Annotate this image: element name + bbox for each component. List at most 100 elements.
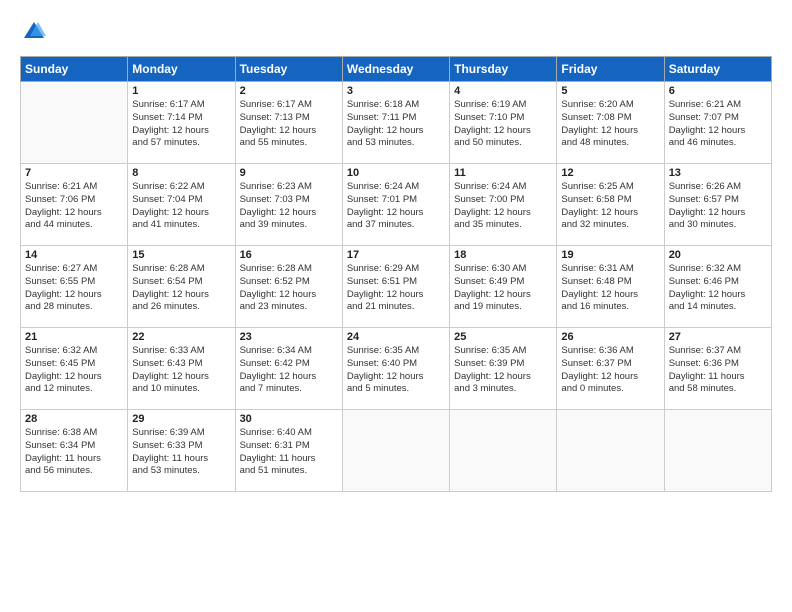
day-info: Sunrise: 6:30 AM Sunset: 6:49 PM Dayligh… xyxy=(454,263,552,314)
day-cell: 1Sunrise: 6:17 AM Sunset: 7:14 PM Daylig… xyxy=(128,82,235,164)
day-number: 6 xyxy=(669,85,767,97)
day-number: 17 xyxy=(347,249,445,261)
day-info: Sunrise: 6:32 AM Sunset: 6:46 PM Dayligh… xyxy=(669,263,767,314)
day-number: 13 xyxy=(669,167,767,179)
day-info: Sunrise: 6:38 AM Sunset: 6:34 PM Dayligh… xyxy=(25,427,123,478)
day-cell: 30Sunrise: 6:40 AM Sunset: 6:31 PM Dayli… xyxy=(235,410,342,492)
weekday-header-row: SundayMondayTuesdayWednesdayThursdayFrid… xyxy=(21,57,772,82)
day-number: 30 xyxy=(240,413,338,425)
day-cell: 28 Sunrise: 6:38 AM Sunset: 6:34 PM Dayli… xyxy=(21,410,128,492)
weekday-friday: Friday xyxy=(557,57,664,82)
page: SundayMondayTuesdayWednesdayThursdayFrid… xyxy=(0,0,792,612)
day-number: 19 xyxy=(561,249,659,261)
day-cell: 4Sunrise: 6:19 AM Sunset: 7:10 PM Daylig… xyxy=(450,82,557,164)
calendar-table: SundayMondayTuesdayWednesdayThursdayFrid… xyxy=(20,56,772,492)
day-number: 15 xyxy=(132,249,230,261)
day-cell: 6 Sunrise: 6:21 AM Sunset: 7:07 PM Daylig… xyxy=(664,82,771,164)
day-cell: 19 Sunrise: 6:31 AM Sunset: 6:48 PM Dayli… xyxy=(557,246,664,328)
header xyxy=(20,18,772,46)
day-cell xyxy=(450,410,557,492)
day-info: Sunrise: 6:24 AM Sunset: 7:01 PM Dayligh… xyxy=(347,181,445,232)
day-cell: 15 Sunrise: 6:28 AM Sunset: 6:54 PM Dayli… xyxy=(128,246,235,328)
day-info: Sunrise: 6:33 AM Sunset: 6:43 PM Dayligh… xyxy=(132,345,230,396)
week-row-5: 28 Sunrise: 6:38 AM Sunset: 6:34 PM Dayli… xyxy=(21,410,772,492)
day-cell: 5 Sunrise: 6:20 AM Sunset: 7:08 PM Daylig… xyxy=(557,82,664,164)
day-cell: 25 Sunrise: 6:35 AM Sunset: 6:39 PM Dayli… xyxy=(450,328,557,410)
weekday-tuesday: Tuesday xyxy=(235,57,342,82)
day-cell: 12Sunrise: 6:25 AM Sunset: 6:58 PM Dayli… xyxy=(557,164,664,246)
day-number: 18 xyxy=(454,249,552,261)
day-cell: 3 Sunrise: 6:18 AM Sunset: 7:11 PM Daylig… xyxy=(342,82,449,164)
day-info: Sunrise: 6:34 AM Sunset: 6:42 PM Dayligh… xyxy=(240,345,338,396)
day-info: Sunrise: 6:31 AM Sunset: 6:48 PM Dayligh… xyxy=(561,263,659,314)
day-number: 21 xyxy=(25,331,123,343)
day-number: 11 xyxy=(454,167,552,179)
day-info: Sunrise: 6:20 AM Sunset: 7:08 PM Dayligh… xyxy=(561,99,659,150)
week-row-2: 7 Sunrise: 6:21 AM Sunset: 7:06 PM Daylig… xyxy=(21,164,772,246)
week-row-4: 21 Sunrise: 6:32 AM Sunset: 6:45 PM Dayli… xyxy=(21,328,772,410)
day-cell: 22 Sunrise: 6:33 AM Sunset: 6:43 PM Dayli… xyxy=(128,328,235,410)
day-info: Sunrise: 6:29 AM Sunset: 6:51 PM Dayligh… xyxy=(347,263,445,314)
day-cell: 24 Sunrise: 6:35 AM Sunset: 6:40 PM Dayli… xyxy=(342,328,449,410)
day-info: Sunrise: 6:27 AM Sunset: 6:55 PM Dayligh… xyxy=(25,263,123,314)
day-info: Sunrise: 6:21 AM Sunset: 7:06 PM Dayligh… xyxy=(25,181,123,232)
week-row-1: 1Sunrise: 6:17 AM Sunset: 7:14 PM Daylig… xyxy=(21,82,772,164)
day-cell: 29 Sunrise: 6:39 AM Sunset: 6:33 PM Dayli… xyxy=(128,410,235,492)
day-cell: 17 Sunrise: 6:29 AM Sunset: 6:51 PM Dayli… xyxy=(342,246,449,328)
day-cell: 14 Sunrise: 6:27 AM Sunset: 6:55 PM Dayli… xyxy=(21,246,128,328)
day-number: 8 xyxy=(132,167,230,179)
day-cell: 20 Sunrise: 6:32 AM Sunset: 6:46 PM Dayli… xyxy=(664,246,771,328)
day-number: 14 xyxy=(25,249,123,261)
day-number: 24 xyxy=(347,331,445,343)
day-number: 7 xyxy=(25,167,123,179)
day-info: Sunrise: 6:17 AM Sunset: 7:13 PM Dayligh… xyxy=(240,99,338,150)
day-number: 5 xyxy=(561,85,659,97)
day-cell: 7 Sunrise: 6:21 AM Sunset: 7:06 PM Daylig… xyxy=(21,164,128,246)
day-cell xyxy=(21,82,128,164)
day-number: 3 xyxy=(347,85,445,97)
day-number: 22 xyxy=(132,331,230,343)
day-number: 26 xyxy=(561,331,659,343)
weekday-thursday: Thursday xyxy=(450,57,557,82)
weekday-wednesday: Wednesday xyxy=(342,57,449,82)
day-number: 10 xyxy=(347,167,445,179)
day-cell xyxy=(557,410,664,492)
day-cell: 26Sunrise: 6:36 AM Sunset: 6:37 PM Dayli… xyxy=(557,328,664,410)
day-info: Sunrise: 6:26 AM Sunset: 6:57 PM Dayligh… xyxy=(669,181,767,232)
day-number: 29 xyxy=(132,413,230,425)
day-info: Sunrise: 6:39 AM Sunset: 6:33 PM Dayligh… xyxy=(132,427,230,478)
day-cell: 27Sunrise: 6:37 AM Sunset: 6:36 PM Dayli… xyxy=(664,328,771,410)
day-info: Sunrise: 6:28 AM Sunset: 6:52 PM Dayligh… xyxy=(240,263,338,314)
day-cell: 10 Sunrise: 6:24 AM Sunset: 7:01 PM Dayli… xyxy=(342,164,449,246)
day-info: Sunrise: 6:32 AM Sunset: 6:45 PM Dayligh… xyxy=(25,345,123,396)
day-info: Sunrise: 6:35 AM Sunset: 6:40 PM Dayligh… xyxy=(347,345,445,396)
day-cell: 9Sunrise: 6:23 AM Sunset: 7:03 PM Daylig… xyxy=(235,164,342,246)
day-number: 23 xyxy=(240,331,338,343)
day-number: 25 xyxy=(454,331,552,343)
day-number: 9 xyxy=(240,167,338,179)
day-info: Sunrise: 6:21 AM Sunset: 7:07 PM Dayligh… xyxy=(669,99,767,150)
day-info: Sunrise: 6:18 AM Sunset: 7:11 PM Dayligh… xyxy=(347,99,445,150)
weekday-sunday: Sunday xyxy=(21,57,128,82)
day-cell: 13 Sunrise: 6:26 AM Sunset: 6:57 PM Dayli… xyxy=(664,164,771,246)
day-info: Sunrise: 6:22 AM Sunset: 7:04 PM Dayligh… xyxy=(132,181,230,232)
day-number: 20 xyxy=(669,249,767,261)
day-number: 12 xyxy=(561,167,659,179)
day-number: 2 xyxy=(240,85,338,97)
logo xyxy=(20,18,52,46)
day-cell: 16 Sunrise: 6:28 AM Sunset: 6:52 PM Dayli… xyxy=(235,246,342,328)
weekday-monday: Monday xyxy=(128,57,235,82)
day-info: Sunrise: 6:17 AM Sunset: 7:14 PM Dayligh… xyxy=(132,99,230,150)
day-cell: 21 Sunrise: 6:32 AM Sunset: 6:45 PM Dayli… xyxy=(21,328,128,410)
day-info: Sunrise: 6:24 AM Sunset: 7:00 PM Dayligh… xyxy=(454,181,552,232)
logo-icon xyxy=(20,18,48,46)
day-info: Sunrise: 6:28 AM Sunset: 6:54 PM Dayligh… xyxy=(132,263,230,314)
week-row-3: 14 Sunrise: 6:27 AM Sunset: 6:55 PM Dayli… xyxy=(21,246,772,328)
day-info: Sunrise: 6:35 AM Sunset: 6:39 PM Dayligh… xyxy=(454,345,552,396)
day-cell: 23 Sunrise: 6:34 AM Sunset: 6:42 PM Dayli… xyxy=(235,328,342,410)
day-info: Sunrise: 6:19 AM Sunset: 7:10 PM Dayligh… xyxy=(454,99,552,150)
day-cell: 8 Sunrise: 6:22 AM Sunset: 7:04 PM Daylig… xyxy=(128,164,235,246)
day-number: 16 xyxy=(240,249,338,261)
day-cell: 11 Sunrise: 6:24 AM Sunset: 7:00 PM Dayli… xyxy=(450,164,557,246)
day-number: 28 xyxy=(25,413,123,425)
